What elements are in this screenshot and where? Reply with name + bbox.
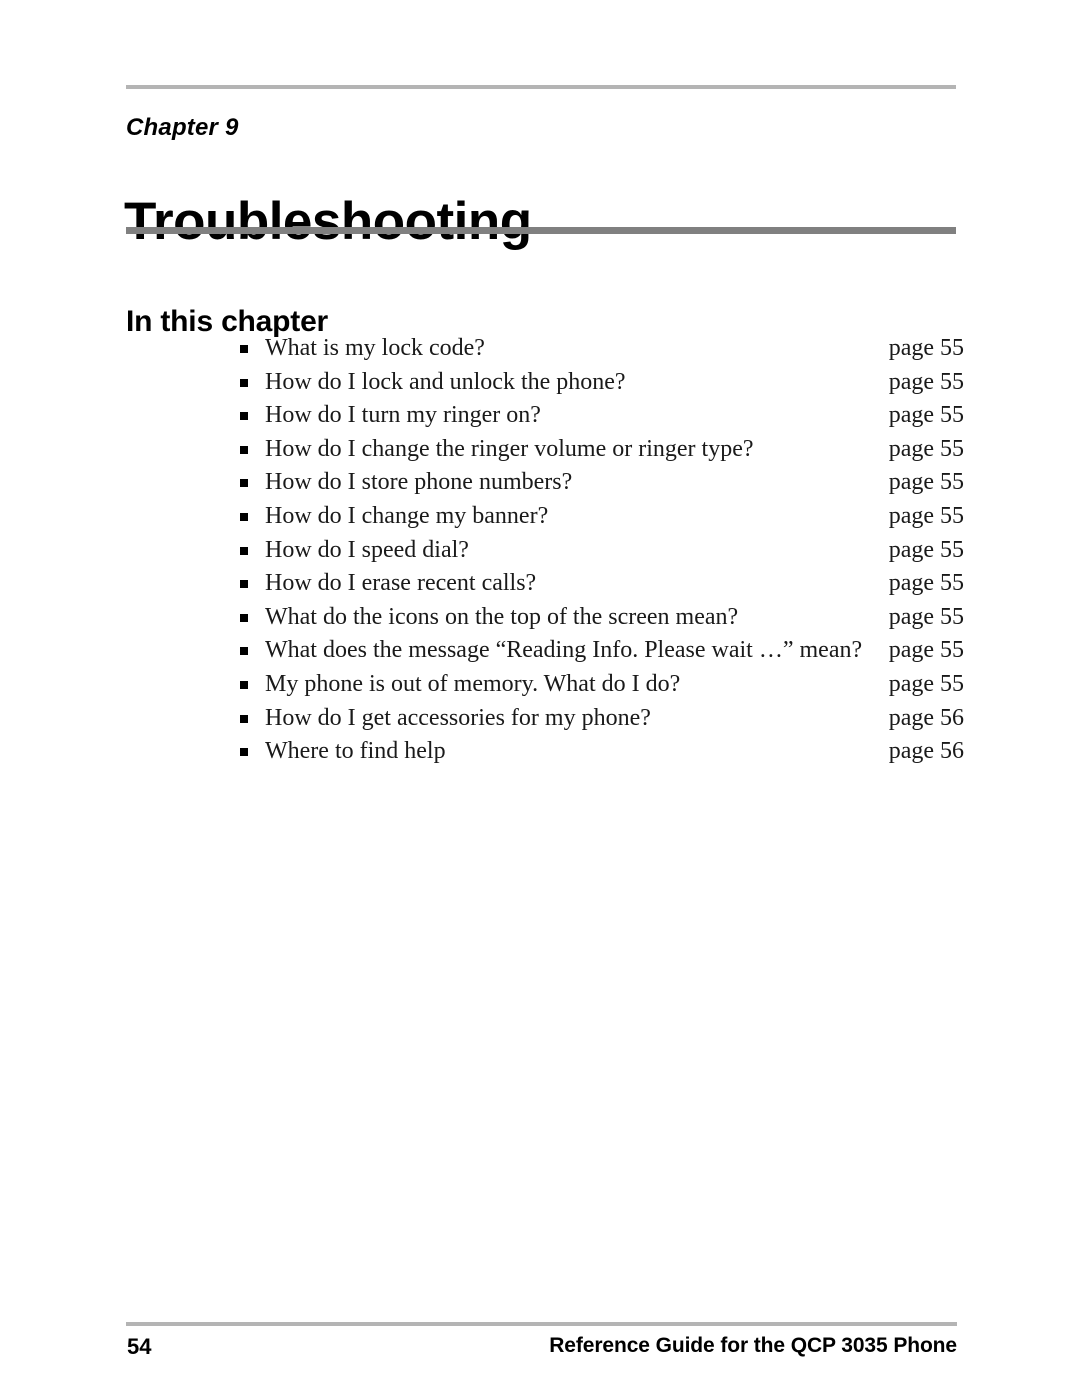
footer-page-number: 54 [127,1334,152,1359]
toc-entry-label: How do I get accessories for my phone? [265,704,651,731]
footer-rule [126,1322,957,1326]
toc-entry[interactable]: How do I speed dial? page 55 [240,535,964,569]
square-bullet-icon [240,378,248,387]
toc-entry-label: How do I erase recent calls? [265,570,537,597]
toc-entry-page-reference: page 55 [888,335,964,361]
toc-entry-label: What does the message “Reading Info. Ple… [265,637,863,664]
toc-entry-page-reference: page 56 [888,704,964,731]
toc-entry-page-reference: page 55 [888,435,964,462]
toc-entry[interactable]: How do I get accessories for my phone? pa… [240,703,964,737]
square-bullet-icon [240,445,248,454]
square-bullet-icon [240,580,248,589]
toc-entry[interactable]: How do I erase recent calls? page 55 [240,568,964,602]
square-bullet-icon [240,680,248,689]
toc-entry[interactable]: What is my lock code? page 55 [240,333,964,367]
toc-entry[interactable]: How do I lock and unlock the phone? page … [240,367,964,401]
square-bullet-icon [240,512,248,521]
toc-entry-page-reference: page 55 [888,502,964,529]
toc-entry-label: How do I store phone numbers? [265,469,573,496]
toc-entry[interactable]: My phone is out of memory. What do I do?… [240,669,964,703]
square-bullet-icon [240,613,248,622]
toc-entry-label: What do the icons on the top of the scre… [265,603,739,630]
chapter-label: Chapter 9 [126,114,239,141]
toc-entry-label: How do I lock and unlock the phone? [265,368,626,395]
toc-entry-page-reference: page 55 [888,402,964,429]
toc-entry-label: How do I speed dial? [265,536,469,563]
toc-entry-label: How do I change the ringer volume or rin… [265,435,754,462]
toc-entry[interactable]: How do I change the ringer volume or rin… [240,434,964,468]
header-rule-top [126,85,956,89]
toc-entry[interactable]: Where to find help page 56 [240,736,964,770]
toc-entry-page-reference: page 55 [888,603,964,630]
toc-entry-label: How do I turn my ringer on? [265,402,541,429]
toc-entry-page-reference: page 55 [888,368,964,395]
toc-entry-label: Where to find help [265,738,446,765]
toc-entry-label: How do I change my banner? [265,502,549,529]
square-bullet-icon [240,647,248,656]
toc-entry-label: What is my lock code? [265,335,485,361]
page-title: Troubleshooting [124,191,532,251]
square-bullet-icon [240,479,248,488]
toc-entry[interactable]: How do I change my banner? page 55 [240,501,964,535]
square-bullet-icon [240,546,248,555]
toc-entry[interactable]: What does the message “Reading Info. Ple… [240,635,964,669]
toc-entry[interactable]: What do the icons on the top of the scre… [240,602,964,636]
square-bullet-icon [240,748,248,757]
toc-entry-page-reference: page 55 [888,670,964,697]
square-bullet-icon [240,345,248,353]
toc-entry-page-reference: page 56 [888,738,964,765]
footer-guide-title: Reference Guide for the QCP 3035 Phone [549,1334,957,1357]
square-bullet-icon [240,714,248,723]
toc-entry-page-reference: page 55 [888,570,964,597]
toc-entry-page-reference: page 55 [888,536,964,563]
toc-entry[interactable]: How do I store phone numbers? page 55 [240,467,964,501]
square-bullet-icon [240,412,248,421]
toc-entry-page-reference: page 55 [888,469,964,496]
toc-entry[interactable]: How do I turn my ringer on? page 55 [240,400,964,434]
document-page: Chapter 9 Troubleshooting In this chapte… [0,0,1080,1397]
table-of-contents: What is my lock code? page 55 How do I loc… [240,333,964,770]
toc-entry-page-reference: page 55 [888,637,964,664]
toc-entry-label: My phone is out of memory. What do I do? [265,670,681,697]
header-rule-thick [126,227,956,234]
